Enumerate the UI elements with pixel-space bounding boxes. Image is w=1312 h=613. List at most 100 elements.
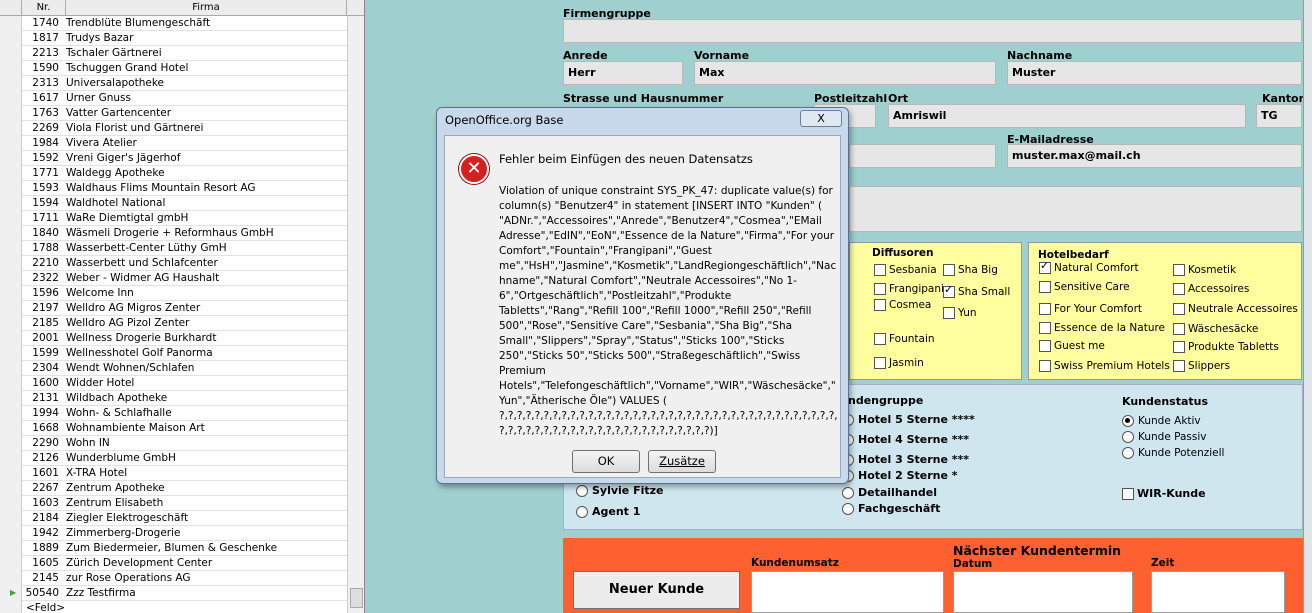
- cell-nr[interactable]: 1942: [22, 526, 62, 540]
- row-selector[interactable]: [0, 316, 22, 331]
- cell-firma[interactable]: Wohn IN: [66, 436, 110, 450]
- table-row[interactable]: 2197 Welldro AG Migros Zenter: [0, 301, 347, 316]
- table-row[interactable]: 2267 Zentrum Apotheke: [0, 481, 347, 496]
- table-row[interactable]: 1942 Zimmerberg-Drogerie: [0, 526, 347, 541]
- cell-firma[interactable]: Zum Biedermeier, Blumen & Geschenke: [66, 541, 277, 555]
- cell-firma[interactable]: Wendt Wohnen/Schlafen: [66, 361, 194, 375]
- table-row[interactable]: 1596 Welcome Inn: [0, 286, 347, 301]
- cell-nr[interactable]: 1600: [22, 376, 62, 390]
- row-selector[interactable]: [0, 241, 22, 256]
- row-selector[interactable]: [0, 181, 22, 196]
- zusaetze-button[interactable]: Zusätze: [648, 450, 716, 473]
- neuer-kunde-button[interactable]: Neuer Kunde: [573, 571, 740, 609]
- radio-fachgeschaeft[interactable]: Fachgeschäft: [842, 503, 940, 515]
- cell-firma[interactable]: Tschuggen Grand Hotel: [66, 61, 188, 75]
- checkbox-kosmetik[interactable]: Kosmetik: [1173, 264, 1236, 276]
- cell-firma[interactable]: Tschaler Gärtnerei: [66, 46, 162, 60]
- radio-hotel-3[interactable]: Hotel 3 Sterne ***: [842, 454, 969, 466]
- cell-firma[interactable]: Widder Hotel: [66, 376, 134, 390]
- table-row[interactable]: 1984 Vivera Atelier: [0, 136, 347, 151]
- cell-firma[interactable]: Waldhaus Flims Mountain Resort AG: [66, 181, 256, 195]
- cell-nr[interactable]: 2267: [22, 481, 62, 495]
- close-icon[interactable]: X: [800, 110, 842, 127]
- table-row[interactable]: 2131 Wildbach Apotheke: [0, 391, 347, 406]
- row-selector[interactable]: [0, 301, 22, 316]
- row-selector[interactable]: [0, 466, 22, 481]
- cell-nr[interactable]: 1763: [22, 106, 62, 120]
- row-selector[interactable]: [0, 331, 22, 346]
- row-selector[interactable]: [0, 346, 22, 361]
- checkbox-jasmin[interactable]: Jasmin: [874, 357, 924, 369]
- checkbox-accessoires[interactable]: Accessoires: [1173, 283, 1249, 295]
- row-selector[interactable]: ▶: [0, 586, 22, 601]
- row-selector[interactable]: [0, 106, 22, 121]
- table-row[interactable]: 1994 Wohn- & Schlafhalle: [0, 406, 347, 421]
- checkbox-sha-big[interactable]: Sha Big: [943, 264, 998, 276]
- table-row[interactable]: 1840 Wäsmeli Drogerie + Reformhaus GmbH: [0, 226, 347, 241]
- cell-nr[interactable]: 1596: [22, 286, 62, 300]
- table-row[interactable]: 2213 Tschaler Gärtnerei: [0, 46, 347, 61]
- table-row[interactable]: 1763 Vatter Gartencenter: [0, 106, 347, 121]
- table-row[interactable]: 1603 Zentrum Elisabeth: [0, 496, 347, 511]
- cell-firma[interactable]: WaRe Diemtigtal gmbH: [66, 211, 188, 225]
- cell-nr[interactable]: 2290: [22, 436, 62, 450]
- checkbox-essence-de-la-nature[interactable]: Essence de la Nature: [1039, 322, 1165, 334]
- row-selector[interactable]: [0, 121, 22, 136]
- table-scrollbar[interactable]: [347, 16, 364, 613]
- checkbox-cosmea[interactable]: Cosmea: [874, 299, 931, 311]
- cell-firma[interactable]: Zentrum Apotheke: [66, 481, 165, 495]
- radio-sylvie-fitze[interactable]: Sylvie Fitze: [576, 485, 664, 497]
- firma-table[interactable]: Nr. Firma 1740 Trendblüte Blumengeschäft 1…: [0, 0, 365, 613]
- row-selector[interactable]: [0, 511, 22, 526]
- table-row[interactable]: 2304 Wendt Wohnen/Schlafen: [0, 361, 347, 376]
- cell-nr[interactable]: 2001: [22, 331, 62, 345]
- radio-kunde-aktiv[interactable]: Kunde Aktiv: [1122, 415, 1201, 427]
- row-selector[interactable]: [0, 376, 22, 391]
- cell-nr[interactable]: 1711: [22, 211, 62, 225]
- cell-nr[interactable]: 1840: [22, 226, 62, 240]
- anrede-field[interactable]: Herr: [563, 61, 683, 85]
- cell-nr[interactable]: 1592: [22, 151, 62, 165]
- checkbox-sensitive-care[interactable]: Sensitive Care: [1039, 281, 1130, 293]
- row-selector[interactable]: [0, 526, 22, 541]
- row-selector[interactable]: [0, 556, 22, 571]
- row-selector[interactable]: [0, 451, 22, 466]
- cell-nr[interactable]: 2184: [22, 511, 62, 525]
- cell-firma[interactable]: Welcome Inn: [66, 286, 134, 300]
- cell-firma[interactable]: Ziegler Elektrogeschäft: [66, 511, 188, 525]
- zeit-field[interactable]: [1151, 571, 1285, 613]
- cell-firma[interactable]: Wildbach Apotheke: [66, 391, 167, 405]
- table-row[interactable]: 1788 Wasserbett-Center Lüthy GmH: [0, 241, 347, 256]
- checkbox-sha-small[interactable]: Sha Small: [943, 284, 1010, 298]
- checkbox-frangipani[interactable]: Frangipani: [874, 283, 944, 295]
- radio-kunde-passiv[interactable]: Kunde Passiv: [1122, 431, 1207, 443]
- cell-nr[interactable]: 2185: [22, 316, 62, 330]
- cell-nr[interactable]: 50540: [22, 586, 62, 600]
- checkbox-fountain[interactable]: Fountain: [874, 333, 935, 345]
- cell-firma[interactable]: Wellnesshotel Golf Panorma: [66, 346, 213, 360]
- table-row[interactable]: 1740 Trendblüte Blumengeschäft: [0, 16, 347, 31]
- cell-firma[interactable]: Zimmerberg-Drogerie: [66, 526, 180, 540]
- cell-nr[interactable]: 2313: [22, 76, 62, 90]
- table-row[interactable]: 2185 Welldro AG Pizol Zenter: [0, 316, 347, 331]
- cell-firma[interactable]: Welldro AG Pizol Zenter: [66, 316, 189, 330]
- cell-firma[interactable]: Urner Gnuss: [66, 91, 131, 105]
- table-row[interactable]: 1668 Wohnambiente Maison Art: [0, 421, 347, 436]
- cell-firma[interactable]: Universalapotheke: [66, 76, 164, 90]
- cell-firma[interactable]: Weber - Widmer AG Haushalt: [66, 271, 219, 285]
- radio-hotel-4[interactable]: Hotel 4 Sterne ***: [842, 434, 969, 446]
- cell-nr[interactable]: 2145: [22, 571, 62, 585]
- row-selector[interactable]: [0, 61, 22, 76]
- bemerkung-field[interactable]: [849, 186, 1302, 232]
- checkbox-wir-kunde[interactable]: WIR-Kunde: [1122, 488, 1206, 500]
- cell-nr[interactable]: 1788: [22, 241, 62, 255]
- form-scrollbar[interactable]: [1303, 0, 1312, 613]
- cell-firma[interactable]: Wasserbett-Center Lüthy GmH: [66, 241, 227, 255]
- row-selector[interactable]: [0, 571, 22, 586]
- radio-detailhandel[interactable]: Detailhandel: [842, 487, 937, 499]
- table-row[interactable]: 1601 X-TRA Hotel: [0, 466, 347, 481]
- cell-nr[interactable]: 2131: [22, 391, 62, 405]
- cell-firma[interactable]: Welldro AG Migros Zenter: [66, 301, 200, 315]
- cell-nr[interactable]: 1594: [22, 196, 62, 210]
- table-row[interactable]: 1600 Widder Hotel: [0, 376, 347, 391]
